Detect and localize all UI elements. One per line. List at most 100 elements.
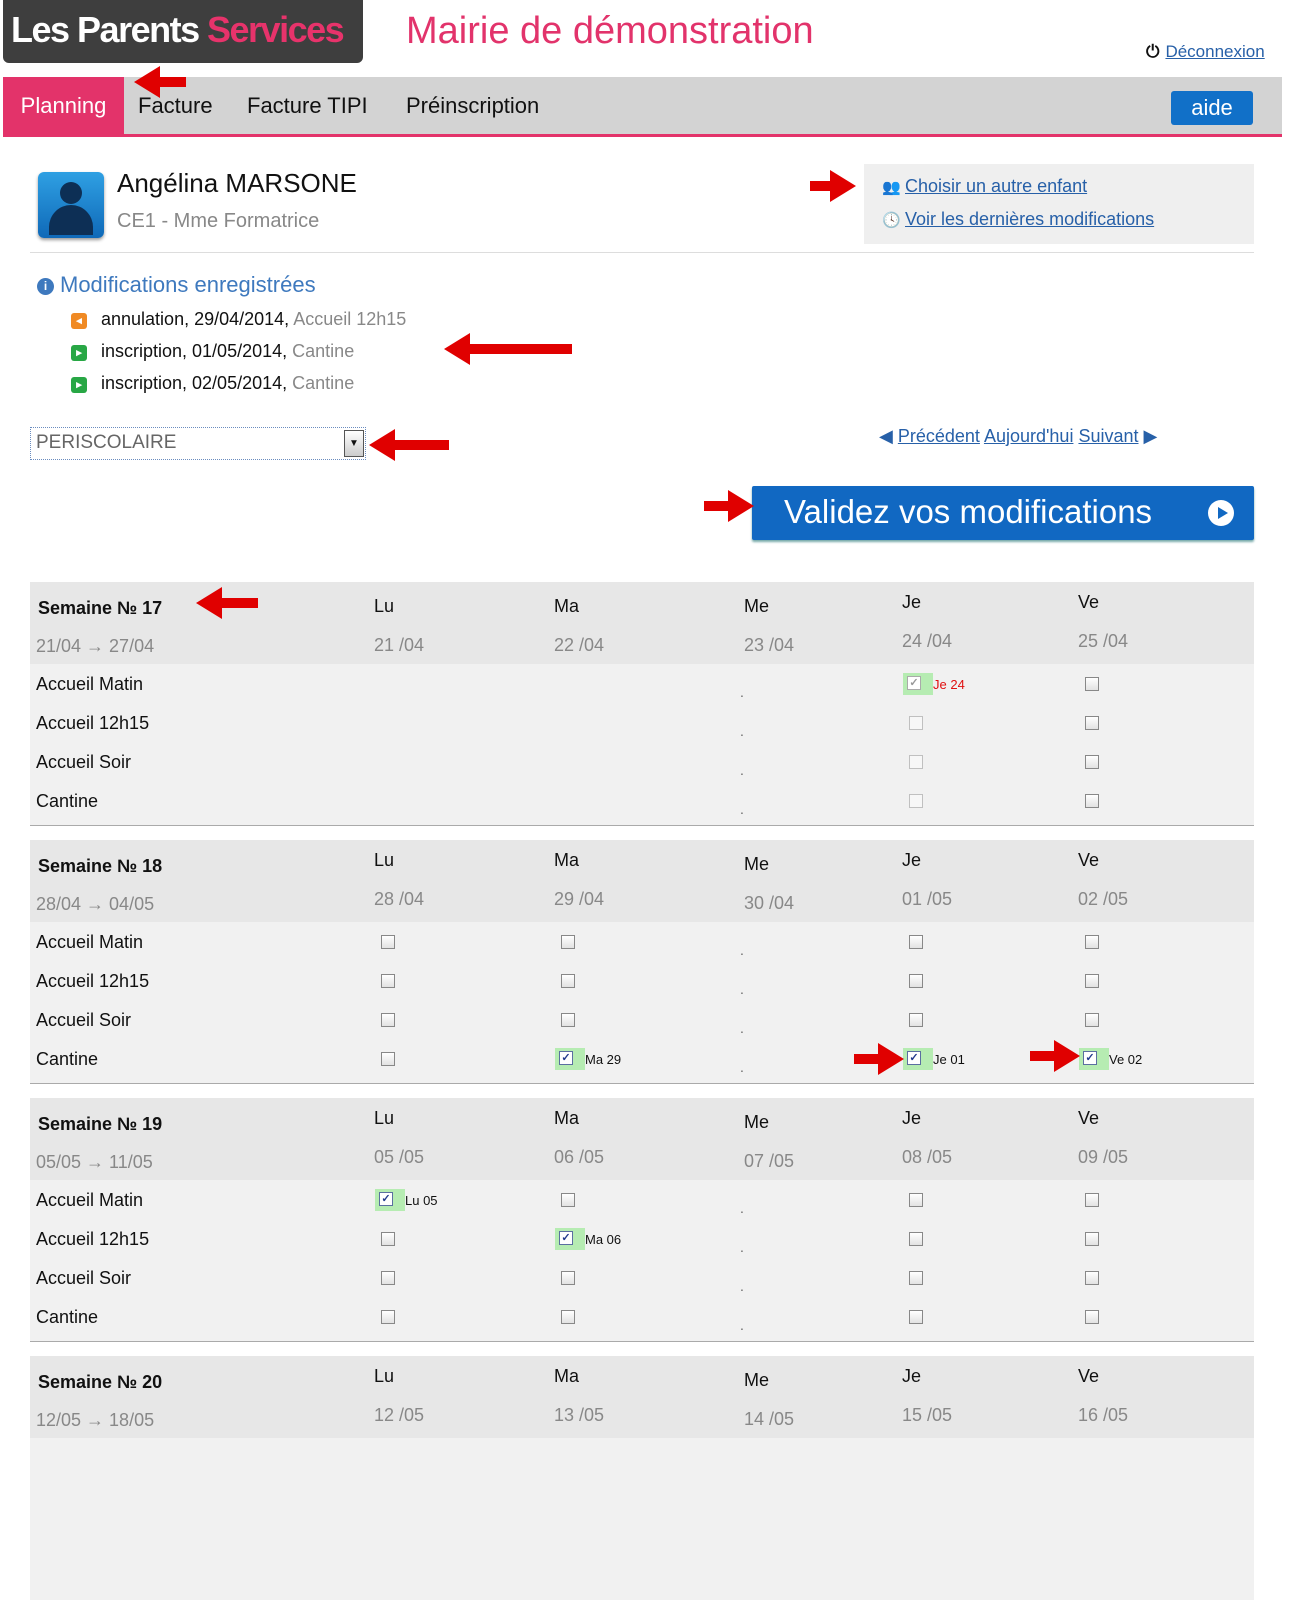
power-icon: ⏻ [1146,42,1160,61]
logout-label[interactable]: Déconnexion [1165,42,1264,61]
day-name: Je [902,592,922,612]
week-header [30,1356,1254,1438]
service-label: Accueil Matin [36,932,144,952]
day-checkbox-checked[interactable]: ✓ Ma 29 [555,1048,621,1070]
tab-preinscription[interactable]: Préinscription [406,77,539,134]
day-checkbox-checked[interactable]: ✓ Ma 06 [555,1228,621,1250]
day-checkbox-disabled [909,755,923,769]
day-name: Me [744,1112,770,1132]
day-checkbox[interactable] [909,974,923,988]
choose-child-link[interactable]: 👥 Choisir un autre enfant [882,176,1087,197]
day-checkbox[interactable] [381,1052,395,1066]
day-checkbox[interactable] [561,1310,575,1324]
unavailable-marker: . [740,684,744,700]
day-checkbox[interactable] [561,974,575,988]
day-checkbox[interactable] [1085,1310,1099,1324]
week-title: Semaine № 18 [38,856,163,876]
week-pager: ◀ Précédent Aujourd'hui Suivant ▶ [879,426,1157,447]
week-header [30,1098,1254,1180]
day-date: 05 /05 [374,1147,425,1167]
info-icon: i [37,278,54,295]
day-date: 07 /05 [744,1151,795,1171]
day-checkbox-disabled [909,794,923,808]
help-button[interactable]: aide [1171,91,1253,125]
chevron-down-icon[interactable]: ▼ [344,430,364,457]
day-checkbox[interactable] [561,1271,575,1285]
tab-planning[interactable]: Planning [3,77,124,134]
day-checkbox[interactable] [1085,1193,1099,1207]
day-checkbox[interactable] [381,1232,395,1246]
day-name: Ma [554,596,580,616]
add-icon: ▸ [71,377,87,393]
activity-select[interactable]: PERISCOLAIRE ▼ [30,427,366,460]
day-name: Je [902,850,922,870]
checked-day-label: Je 24 [933,677,965,692]
day-name: Ve [1078,1366,1100,1386]
last-changes-label[interactable]: Voir les dernières modifications [905,209,1154,229]
week-range: 05/05 → 11/05 [36,1152,153,1172]
service-label: Accueil Matin [36,1190,144,1210]
day-checkbox[interactable] [381,935,395,949]
day-checkbox[interactable] [909,1271,923,1285]
today-link[interactable]: Aujourd'hui [984,426,1074,446]
prev-link[interactable]: Précédent [898,426,980,446]
choose-child-label[interactable]: Choisir un autre enfant [905,176,1087,196]
service-label: Cantine [36,1307,99,1327]
next-link[interactable]: Suivant [1078,426,1138,446]
day-checkbox-checked[interactable]: ✓ Je 01 [903,1048,965,1070]
day-checkbox[interactable] [1085,755,1099,769]
prev-arrow-icon[interactable]: ◀ [879,426,893,446]
checked-day-label: Ma 29 [585,1052,622,1067]
day-checkbox[interactable] [1085,716,1099,730]
day-name: Me [744,1370,770,1390]
last-changes-link[interactable]: 🕓 Voir les dernières modifications [882,209,1154,230]
day-checkbox[interactable] [1085,794,1099,808]
day-checkbox[interactable] [561,935,575,949]
day-checkbox[interactable] [909,1013,923,1027]
day-checkbox[interactable] [381,1013,395,1027]
day-checkbox[interactable] [381,1271,395,1285]
service-label: Accueil Matin [36,674,144,694]
day-date: 12 /05 [374,1405,425,1425]
tab-facture-tipi[interactable]: Facture TIPI [247,77,368,134]
day-date: 08 /05 [902,1147,953,1167]
day-checkbox-checked[interactable]: ✓ Ve 02 [1079,1048,1142,1070]
child-actions-panel: 👥 Choisir un autre enfant 🕓 Voir les der… [864,164,1254,244]
day-checkbox[interactable] [381,1310,395,1324]
day-checkbox[interactable] [381,974,395,988]
week-block: Semaine № 20 12/05 → 18/05 Lu 12 /05 Ma 13 /0… [30,1356,1254,1600]
validate-button[interactable]: Validez vos modifications [752,486,1254,540]
day-date: 09 /05 [1078,1147,1129,1167]
day-date: 02 /05 [1078,889,1129,909]
day-checkbox[interactable] [561,1193,575,1207]
week-block: Semaine № 19 05/05 → 11/05 Lu 05 /05 ✓ Lu 0… [30,1098,1254,1342]
day-name: Ma [554,1366,580,1386]
day-checkbox[interactable] [909,1232,923,1246]
service-label: Accueil Soir [36,1268,132,1288]
modification-item: ▸ inscription, 02/05/2014, Cantine [71,373,354,394]
check-icon: ✓ [379,1192,393,1206]
day-checkbox[interactable] [1085,677,1099,691]
day-checkbox[interactable] [909,1310,923,1324]
day-checkbox[interactable] [909,935,923,949]
unavailable-marker: . [740,1278,744,1294]
add-icon: ▸ [71,345,87,361]
check-icon: ✓ [1083,1051,1097,1065]
next-arrow-icon[interactable]: ▶ [1144,426,1158,446]
day-checkbox[interactable] [1085,1232,1099,1246]
unavailable-marker: . [740,723,744,739]
logout-link[interactable]: ⏻ Déconnexion [1146,42,1265,62]
users-icon: 👥 [882,179,901,196]
day-checkbox-checked[interactable]: ✓ Lu 05 [375,1189,438,1211]
week-title: Semaine № 20 [38,1372,163,1392]
day-date: 13 /05 [554,1405,605,1425]
day-name: Ma [554,1108,580,1128]
check-icon: ✓ [559,1231,573,1245]
day-checkbox[interactable] [909,1193,923,1207]
week-range: 28/04 → 04/05 [36,894,155,914]
day-checkbox[interactable] [1085,974,1099,988]
day-checkbox[interactable] [1085,1013,1099,1027]
day-checkbox[interactable] [1085,1271,1099,1285]
day-checkbox[interactable] [561,1013,575,1027]
day-checkbox[interactable] [1085,935,1099,949]
